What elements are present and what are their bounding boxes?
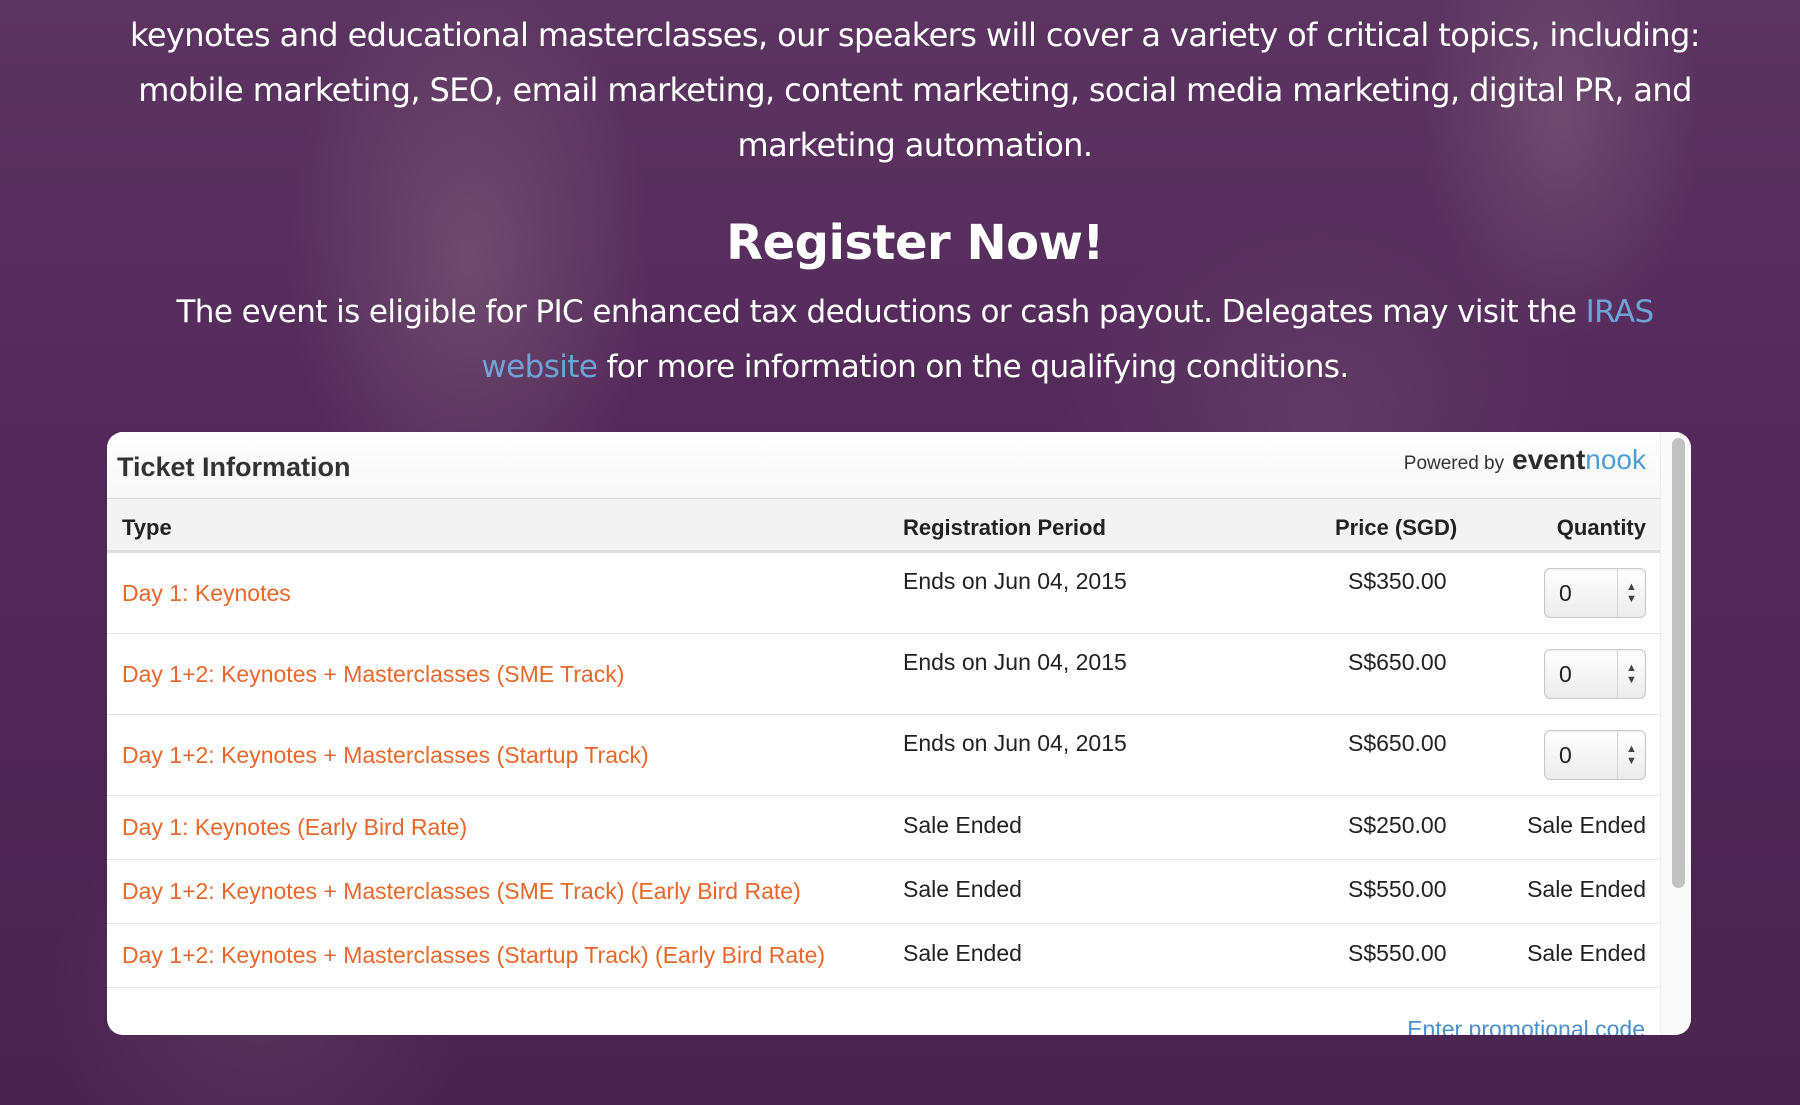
brand-main: event: [1512, 444, 1586, 475]
ticket-price: S$550.00: [1348, 940, 1447, 966]
ticket-sale-status: Sale Ended: [1527, 876, 1646, 902]
ticket-price: S$550.00: [1348, 876, 1447, 902]
register-text-after: for more information on the qualifying c…: [597, 349, 1350, 385]
ticket-name-link[interactable]: Day 1+2: Keynotes + Masterclasses (Start…: [122, 942, 825, 969]
promo-code-link[interactable]: Enter promotional code: [1407, 1016, 1645, 1035]
ticket-price: S$650.00: [1348, 649, 1447, 675]
ticket-widget: Ticket Information Powered by eventnook …: [107, 432, 1691, 1035]
ticket-period: Ends on Jun 04, 2015: [903, 730, 1127, 756]
ticket-table-body: Day 1: Keynotes Ends on Jun 04, 2015 S$3…: [107, 553, 1660, 988]
up-down-arrows-icon: ▲ ▼: [1617, 650, 1645, 698]
table-row: Day 1+2: Keynotes + Masterclasses (Start…: [107, 715, 1660, 796]
scrollbar-thumb[interactable]: [1672, 438, 1685, 888]
column-header-quantity: Quantity: [1556, 515, 1646, 540]
ticket-table-header: Type Registration Period Price (SGD) Qua…: [107, 499, 1660, 553]
column-header-period: Registration Period: [903, 515, 1106, 540]
quantity-select[interactable]: 0 ▲ ▼: [1544, 568, 1646, 618]
brand-accent: nook: [1585, 444, 1646, 475]
table-row: Day 1: Keynotes Ends on Jun 04, 2015 S$3…: [107, 553, 1660, 634]
ticket-name-link[interactable]: Day 1+2: Keynotes + Masterclasses (Start…: [122, 742, 649, 769]
register-heading: Register Now!: [726, 215, 1104, 271]
ticket-period: Ends on Jun 04, 2015: [903, 568, 1127, 594]
quantity-select[interactable]: 0 ▲ ▼: [1544, 649, 1646, 699]
intro-paragraph: keynotes and educational masterclasses, …: [130, 16, 1700, 164]
register-paragraph: The event is eligible for PIC enhanced t…: [120, 285, 1710, 395]
ticket-widget-title: Ticket Information: [117, 452, 351, 482]
ticket-price: S$250.00: [1348, 812, 1447, 838]
ticket-name-link[interactable]: Day 1+2: Keynotes + Masterclasses (SME T…: [122, 878, 801, 905]
ticket-name-link[interactable]: Day 1: Keynotes: [122, 580, 291, 607]
ticket-period: Ends on Jun 04, 2015: [903, 649, 1127, 675]
column-header-price: Price (SGD): [1335, 515, 1458, 540]
quantity-value: 0: [1559, 742, 1572, 768]
ticket-name-link[interactable]: Day 1+2: Keynotes + Masterclasses (SME T…: [122, 661, 624, 688]
ticket-period: Sale Ended: [903, 812, 1022, 838]
ticket-price: S$350.00: [1348, 568, 1447, 594]
quantity-value: 0: [1559, 661, 1572, 687]
powered-by[interactable]: Powered by eventnook: [1404, 444, 1646, 476]
ticket-name-link[interactable]: Day 1: Keynotes (Early Bird Rate): [122, 814, 467, 841]
register-text-before: The event is eligible for PIC enhanced t…: [176, 294, 1586, 330]
table-row: Day 1+2: Keynotes + Masterclasses (SME T…: [107, 860, 1660, 924]
table-row: Day 1+2: Keynotes + Masterclasses (Start…: [107, 924, 1660, 988]
column-header-type: Type: [122, 515, 172, 540]
ticket-sale-status: Sale Ended: [1527, 940, 1646, 966]
eventnook-logo[interactable]: eventnook: [1512, 444, 1646, 476]
quantity-select[interactable]: 0 ▲ ▼: [1544, 730, 1646, 780]
table-row: Day 1: Keynotes (Early Bird Rate) Sale E…: [107, 796, 1660, 860]
widget-scrollbar[interactable]: [1660, 432, 1691, 1035]
quantity-value: 0: [1559, 580, 1572, 606]
ticket-widget-header: Ticket Information Powered by eventnook: [107, 432, 1660, 499]
up-down-arrows-icon: ▲ ▼: [1617, 569, 1645, 617]
up-down-arrows-icon: ▲ ▼: [1617, 731, 1645, 779]
ticket-period: Sale Ended: [903, 876, 1022, 902]
table-row: Day 1+2: Keynotes + Masterclasses (SME T…: [107, 634, 1660, 715]
ticket-price: S$650.00: [1348, 730, 1447, 756]
powered-by-label: Powered by: [1403, 453, 1505, 474]
ticket-sale-status: Sale Ended: [1527, 812, 1646, 838]
ticket-period: Sale Ended: [903, 940, 1022, 966]
